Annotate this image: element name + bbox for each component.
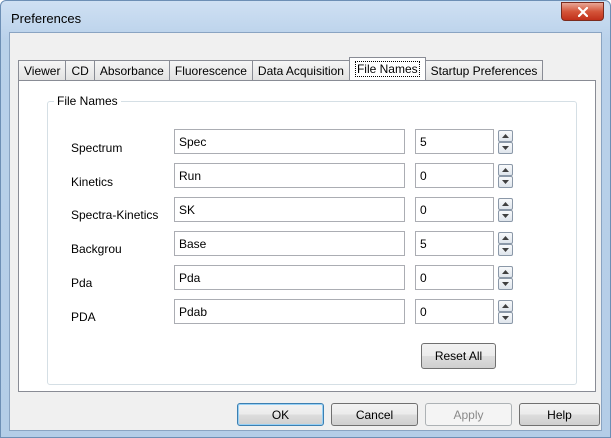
pda-upper-number-input[interactable] <box>415 299 494 324</box>
spin-up-icon <box>502 134 509 138</box>
spin-up-button[interactable] <box>498 130 513 142</box>
close-icon <box>577 6 588 17</box>
spin-down-icon <box>502 282 509 286</box>
spin-down-icon <box>502 146 509 150</box>
tab-label: Viewer <box>24 63 61 78</box>
kinetics-label: Kinetics <box>71 175 114 189</box>
spin-down-button[interactable] <box>498 244 513 256</box>
spin-down-button[interactable] <box>498 278 513 290</box>
spin-down-icon <box>502 248 509 252</box>
reset-all-label: Reset All <box>434 349 483 363</box>
title-bar: Preferences <box>1 1 610 31</box>
reset-all-button[interactable]: Reset All <box>421 343 496 369</box>
spin-down-icon <box>502 214 509 218</box>
kinetics-name-input[interactable] <box>174 163 405 188</box>
help-button[interactable]: Help <box>519 403 600 426</box>
close-button[interactable] <box>561 2 604 21</box>
ok-button[interactable]: OK <box>237 403 324 426</box>
tab-strip: Viewer CD Absorbance Fluorescence Data A… <box>18 57 544 80</box>
tab-file-names[interactable]: File Names <box>348 57 426 80</box>
spin-up-icon <box>502 168 509 172</box>
pda-upper-name-input[interactable] <box>174 299 405 324</box>
spectrum-spinner <box>498 130 513 154</box>
window-title: Preferences <box>11 11 82 26</box>
spin-down-icon <box>502 316 509 320</box>
pda-number-input[interactable] <box>415 265 494 290</box>
spin-down-button[interactable] <box>498 142 513 154</box>
spin-down-button[interactable] <box>498 210 513 222</box>
pda-spinner <box>498 266 513 290</box>
help-label: Help <box>547 407 572 422</box>
spectra-kinetics-label: Spectra-Kinetics <box>71 208 159 222</box>
spectrum-number-input[interactable] <box>415 129 494 154</box>
background-name-input[interactable] <box>174 231 405 256</box>
spectrum-name-input[interactable] <box>174 129 405 154</box>
file-names-panel: File Names Spectrum Kinetics Spectra-Kin… <box>18 80 596 392</box>
tab-startup-preferences[interactable]: Startup Preferences <box>424 60 544 80</box>
kinetics-spinner <box>498 164 513 188</box>
ok-label: OK <box>271 407 290 422</box>
spin-up-button[interactable] <box>498 198 513 210</box>
apply-button[interactable]: Apply <box>425 403 512 426</box>
spin-up-button[interactable] <box>498 232 513 244</box>
spectra-kinetics-name-input[interactable] <box>174 197 405 222</box>
pda-upper-label: PDA <box>71 310 96 324</box>
spin-up-button[interactable] <box>498 300 513 312</box>
background-label: Backgrou <box>71 242 122 256</box>
spin-up-button[interactable] <box>498 164 513 176</box>
tab-data-acquisition[interactable]: Data Acquisition <box>251 60 350 80</box>
tab-viewer[interactable]: Viewer <box>18 60 67 80</box>
spin-down-icon <box>502 180 509 184</box>
spin-up-icon <box>502 202 509 206</box>
pda-label: Pda <box>71 276 93 290</box>
tab-label: CD <box>71 63 89 78</box>
spectra-kinetics-number-input[interactable] <box>415 197 494 222</box>
tab-label: Data Acquisition <box>257 63 344 78</box>
tab-label: Fluorescence <box>174 63 247 78</box>
cancel-button[interactable]: Cancel <box>331 403 418 426</box>
tab-label: File Names <box>354 61 420 77</box>
spectra-kinetics-spinner <box>498 198 513 222</box>
spin-up-icon <box>502 270 509 274</box>
spin-down-button[interactable] <box>498 312 513 324</box>
tab-label: Absorbance <box>99 63 164 78</box>
spin-up-icon <box>502 304 509 308</box>
pda-name-input[interactable] <box>174 265 405 290</box>
spin-up-icon <box>502 236 509 240</box>
background-spinner <box>498 232 513 256</box>
cancel-label: Cancel <box>355 407 394 422</box>
spin-down-button[interactable] <box>498 176 513 188</box>
kinetics-number-input[interactable] <box>415 163 494 188</box>
tab-label: Startup Preferences <box>430 63 538 78</box>
tab-fluorescence[interactable]: Fluorescence <box>168 60 253 80</box>
apply-label: Apply <box>453 407 484 422</box>
tab-cd[interactable]: CD <box>65 60 95 80</box>
pda-upper-spinner <box>498 300 513 324</box>
spectrum-label: Spectrum <box>71 141 123 155</box>
background-number-input[interactable] <box>415 231 494 256</box>
tab-absorbance[interactable]: Absorbance <box>93 60 170 80</box>
spin-up-button[interactable] <box>498 266 513 278</box>
group-title: File Names <box>54 94 121 108</box>
